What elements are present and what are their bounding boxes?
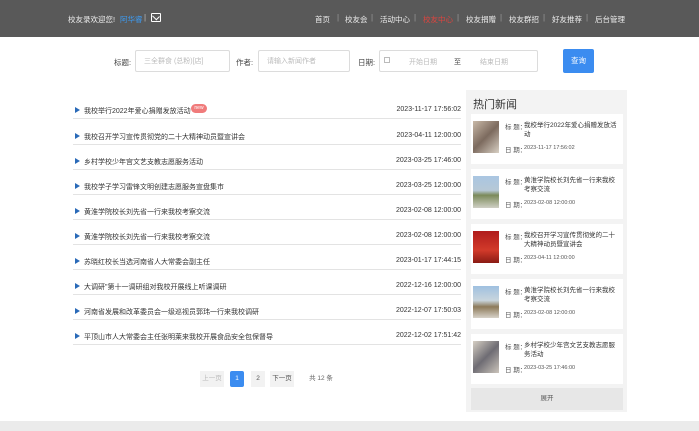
news-title[interactable]: 黄淮学院校长刘先省一行来我校考察交流 — [84, 232, 210, 242]
news-thumbnail[interactable] — [473, 286, 499, 318]
news-date: 2023-03-25 17:46:00 — [396, 157, 461, 164]
bullet-triangle-icon — [75, 133, 80, 139]
news-row[interactable]: 黄淮学院校长刘先省一行来我校考察交流 2023-02-08 12:00:00 — [73, 202, 461, 220]
date-to-label: 至 — [454, 59, 461, 66]
news-row[interactable]: 乡村学校少年宫文艺支教志愿服务活动 2023-03-25 17:46:00 — [73, 152, 461, 170]
bullet-triangle-icon — [75, 233, 80, 239]
news-title[interactable]: 河南省发展和改革委员会一级巡视员郭玮一行来我校调研 — [84, 307, 259, 317]
news-row[interactable]: 苏晓红校长当选河南省人大常委会副主任 2023-01-17 17:44:15 — [73, 252, 461, 270]
news-row[interactable]: 黄淮学院校长刘先省一行来我校考察交流 2023-02-08 12:00:00 — [73, 227, 461, 245]
expand-button[interactable]: 展开 — [471, 388, 623, 410]
hot-news-item-title[interactable]: 我校举行2022年爱心捐赠发放活动 — [524, 121, 620, 139]
hot-news-title: 热门新闻 — [473, 99, 517, 111]
top-navbar: 校友录欢迎您! 阿华睿 | 首页 | 校友会 | 活动中心 | 校友中心 | 校… — [0, 0, 699, 37]
hot-news-item-title[interactable]: 乡村学校少年宫文艺支教志愿服务活动 — [524, 341, 620, 359]
hot-news-item-date: 2023-04-11 12:00:00 — [524, 255, 575, 261]
hot-news-item-date: 2023-03-25 17:46:00 — [524, 365, 576, 371]
nav-divider: | — [543, 13, 546, 22]
bullet-triangle-icon — [75, 107, 80, 113]
news-title[interactable]: 平顶山市人大常委会主任张明莱来我校开展食品安全包保督导 — [84, 332, 273, 342]
hot-news-item[interactable]: 标 题： 乡村学校少年宫文艺支教志愿服务活动 日 期： 2023-03-25 1… — [471, 334, 623, 384]
news-date: 2023-01-17 17:44:15 — [396, 257, 461, 264]
nav-friend-recommend[interactable]: 好友推荐 — [552, 14, 582, 25]
bullet-triangle-icon — [75, 333, 80, 339]
title-search-input[interactable] — [135, 50, 230, 72]
start-date-input[interactable]: 开始日期 — [409, 57, 437, 67]
nav-divider: | — [414, 13, 417, 22]
news-title[interactable]: 黄淮学院校长刘先省一行来我校考察交流 — [84, 207, 210, 217]
date-label: 日期: — [358, 58, 376, 67]
news-thumbnail[interactable] — [473, 121, 499, 153]
welcome-text: 校友录欢迎您! — [68, 15, 116, 24]
hot-news-item-date: 2023-02-08 12:00:00 — [524, 310, 576, 316]
hot-news-item-title[interactable]: 黄淮学院校长刘先省一行来我校考察交流 — [524, 176, 620, 194]
bullet-triangle-icon — [75, 183, 80, 189]
prev-page-button[interactable]: 上一页 — [200, 371, 224, 387]
author-label: 作者: — [236, 58, 254, 67]
hot-news-item[interactable]: 标 题： 黄淮学院校长刘先省一行来我校考察交流 日 期： 2023-02-08 … — [471, 279, 623, 329]
nav-alumni-recruit[interactable]: 校友群招 — [509, 14, 539, 25]
news-date: 2023-11-17 17:56:02 — [396, 106, 461, 113]
news-row[interactable]: 河南省发展和改革委员会一级巡视员郭玮一行来我校调研 2022-12-07 17:… — [73, 302, 461, 320]
news-title[interactable]: 我校学子学习雷锋文明创建志愿服务宣盘集市 — [84, 182, 224, 192]
page-2-button[interactable]: 2 — [251, 371, 265, 387]
news-title[interactable]: 我校举行2022年爱心捐赠发放活动 — [84, 106, 191, 116]
nav-divider: | — [500, 13, 503, 22]
hot-news-item[interactable]: 标 题： 黄淮学院校长刘先省一行来我校考察交流 日 期： 2023-02-08 … — [471, 169, 623, 219]
hot-news-item-date: 2023-11-17 17:56:02 — [524, 145, 575, 151]
news-row[interactable]: 平顶山市人大常委会主任张明莱来我校开展食品安全包保督导 2022-12-02 1… — [73, 327, 461, 345]
hot-news-item-title[interactable]: 黄淮学院校长刘先省一行来我校考察交流 — [524, 286, 620, 304]
news-title[interactable]: 大调研"第十一调研组对我校开展线上听课调研 — [84, 282, 226, 292]
username-link[interactable]: 阿华睿 — [120, 14, 143, 25]
hot-news-item-date: 2023-02-08 12:00:00 — [524, 200, 576, 206]
news-date: 2022-12-07 17:50:03 — [396, 307, 461, 314]
news-date: 2023-04-11 12:00:00 — [396, 132, 461, 139]
end-date-input[interactable]: 结束日期 — [480, 57, 508, 67]
news-title[interactable]: 我校召开学习宣传贯彻党的二十大精神动员暨宣讲会 — [84, 132, 245, 142]
page-1-button[interactable]: 1 — [230, 371, 244, 387]
bullet-triangle-icon — [75, 158, 80, 164]
nav-divider: | — [144, 13, 147, 22]
nav-divider: | — [586, 13, 589, 22]
query-button[interactable]: 查询 — [563, 49, 594, 73]
bullet-triangle-icon — [75, 258, 80, 264]
author-search-input[interactable] — [258, 50, 350, 72]
total-count: 共 12 条 — [309, 375, 333, 382]
nav-alumni-center[interactable]: 校友中心 — [423, 14, 453, 25]
hot-news-item[interactable]: 标 题： 我校召开学习宣传贯彻党的二十大精神动员暨宣讲会 日 期： 2023-0… — [471, 224, 623, 274]
nav-admin[interactable]: 后台管理 — [595, 14, 625, 25]
news-date: 2023-02-08 12:00:00 — [396, 207, 461, 214]
news-thumbnail[interactable] — [473, 231, 499, 263]
next-page-button[interactable]: 下一页 — [270, 371, 294, 387]
nav-divider: | — [371, 13, 374, 22]
calendar-icon — [384, 57, 390, 63]
news-row[interactable]: 我校举行2022年爱心捐赠发放活动 new 2023-11-17 17:56:0… — [73, 101, 461, 119]
news-date: 2023-03-25 12:00:00 — [396, 182, 461, 189]
mail-icon[interactable] — [151, 13, 161, 22]
new-badge: new — [191, 104, 207, 113]
bullet-triangle-icon — [75, 208, 80, 214]
nav-divider: | — [457, 13, 460, 22]
news-title[interactable]: 乡村学校少年宫文艺支教志愿服务活动 — [84, 157, 203, 167]
news-row[interactable]: 我校学子学习雷锋文明创建志愿服务宣盘集市 2023-03-25 12:00:00 — [73, 177, 461, 195]
hot-news-panel: 热门新闻 标 题： 我校举行2022年爱心捐赠发放活动 日 期： 2023-11… — [466, 90, 627, 412]
nav-alumni-donation[interactable]: 校友捐赠 — [466, 14, 496, 25]
news-date: 2022-12-16 12:00:00 — [396, 282, 461, 289]
nav-activity-center[interactable]: 活动中心 — [380, 14, 410, 25]
nav-alumni-association[interactable]: 校友会 — [345, 14, 368, 25]
nav-divider: | — [337, 13, 340, 22]
nav-home[interactable]: 首页 — [315, 14, 330, 25]
news-row[interactable]: 大调研"第十一调研组对我校开展线上听课调研 2022-12-16 12:00:0… — [73, 277, 461, 295]
hot-news-item-title[interactable]: 我校召开学习宣传贯彻党的二十大精神动员暨宣讲会 — [524, 231, 620, 249]
bullet-triangle-icon — [75, 308, 80, 314]
news-thumbnail[interactable] — [473, 341, 499, 373]
bullet-triangle-icon — [75, 283, 80, 289]
news-thumbnail[interactable] — [473, 176, 499, 208]
title-label: 标题: — [114, 58, 132, 67]
news-date: 2023-02-08 12:00:00 — [396, 232, 461, 239]
news-date: 2022-12-02 17:51:42 — [396, 332, 461, 339]
news-title[interactable]: 苏晓红校长当选河南省人大常委会副主任 — [84, 257, 210, 267]
hot-news-item[interactable]: 标 题： 我校举行2022年爱心捐赠发放活动 日 期： 2023-11-17 1… — [471, 114, 623, 164]
news-row[interactable]: 我校召开学习宣传贯彻党的二十大精神动员暨宣讲会 2023-04-11 12:00… — [73, 127, 461, 145]
